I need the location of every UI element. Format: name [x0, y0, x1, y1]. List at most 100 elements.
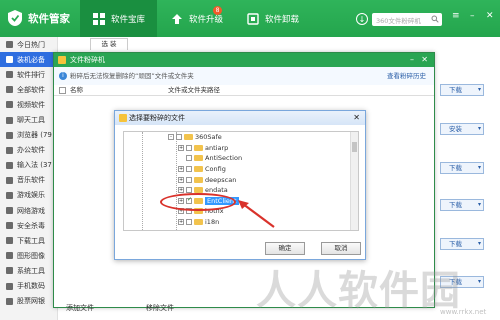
view-history-link[interactable]: 查看粉碎历史: [387, 67, 426, 85]
cancel-button[interactable]: 取消: [321, 242, 361, 255]
chevron-down-icon[interactable]: ▾: [478, 85, 481, 95]
category-icon: [6, 222, 13, 230]
sidebar-item-label: 今日热门: [17, 40, 45, 49]
close-icon[interactable]: ✕: [486, 11, 494, 21]
row-download-button[interactable]: 下载 ▾: [440, 199, 484, 211]
scrollbar-thumb[interactable]: [352, 142, 357, 152]
sidebar-item[interactable]: 下载工具: [0, 233, 57, 248]
folder-icon: [184, 134, 193, 141]
sidebar-item[interactable]: 手机数码: [0, 279, 57, 294]
sidebar-item[interactable]: 今日热门: [0, 37, 57, 52]
minimize-icon[interactable]: –: [410, 53, 414, 67]
button-label: 下载: [449, 164, 462, 172]
sidebar-item-label: 下载工具: [17, 236, 45, 245]
search-icon[interactable]: [431, 15, 439, 23]
chevron-down-icon[interactable]: ▾: [478, 163, 481, 173]
category-icon: [6, 297, 13, 305]
search-placeholder: 360文件粉碎机: [376, 17, 421, 25]
sidebar-item-label: 视频软件: [17, 100, 45, 109]
sidebar-item[interactable]: 游戏娱乐: [0, 188, 57, 203]
tree-node[interactable]: - 360Safe: [168, 132, 222, 143]
expand-toggle[interactable]: +: [178, 229, 184, 230]
tab-select-install[interactable]: 选 装: [90, 38, 128, 50]
expand-toggle[interactable]: +: [178, 219, 184, 226]
menu-icon[interactable]: ≡: [452, 11, 460, 21]
search-input[interactable]: 360文件粉碎机: [372, 13, 442, 26]
folder-icon: [194, 219, 203, 226]
checkbox[interactable]: [176, 134, 182, 141]
close-icon[interactable]: ✕: [353, 111, 360, 125]
expand-toggle[interactable]: +: [178, 166, 184, 173]
chevron-down-icon[interactable]: ▾: [478, 277, 481, 287]
button-label: 下载: [449, 240, 462, 248]
folder-icon: [119, 114, 127, 122]
row-download-button[interactable]: 下载 ▾: [440, 162, 484, 174]
chevron-down-icon[interactable]: ▾: [478, 124, 481, 134]
sidebar-item[interactable]: 系统工具: [0, 263, 57, 278]
chevron-down-icon[interactable]: ▾: [478, 200, 481, 210]
collapse-toggle[interactable]: -: [168, 134, 174, 141]
column-name[interactable]: 名称: [70, 85, 83, 96]
sidebar-item-label: 安全杀毒: [17, 221, 45, 230]
tree-node[interactable]: AntiSection: [186, 153, 242, 164]
sidebar-item-label: 系统工具: [17, 266, 45, 275]
expand-toggle[interactable]: +: [178, 187, 184, 194]
tree-scrollbar[interactable]: [350, 132, 358, 230]
sidebar-item-label: 手机数码: [17, 282, 45, 291]
sidebar-item-label: 输入法 (37: [17, 161, 52, 170]
column-location[interactable]: 文件或文件夹路径: [168, 85, 220, 96]
sidebar-item[interactable]: 全部软件: [0, 82, 57, 97]
checkbox[interactable]: [186, 144, 192, 151]
add-file-link[interactable]: 添加文件: [66, 303, 94, 313]
select-all-checkbox[interactable]: [59, 87, 66, 94]
checkbox[interactable]: [186, 155, 192, 162]
sidebar-item-label: 装机必备: [17, 55, 45, 64]
nav-software-uninstall[interactable]: 软件卸载: [234, 0, 311, 37]
sidebar-item[interactable]: 音乐软件: [0, 173, 57, 188]
checkbox[interactable]: [186, 166, 192, 173]
checkbox[interactable]: [186, 176, 192, 183]
sidebar-item[interactable]: 安全杀毒: [0, 218, 57, 233]
checkbox[interactable]: [186, 229, 192, 230]
sidebar-item-active[interactable]: 装机必备: [0, 52, 57, 68]
sidebar-item[interactable]: 聊天工具: [0, 112, 57, 127]
nav-software-library[interactable]: 软件宝库: [80, 0, 158, 37]
category-icon: [6, 191, 13, 199]
sidebar-item[interactable]: 视频软件: [0, 97, 57, 112]
sidebar-item[interactable]: 输入法 (37: [0, 158, 57, 173]
remove-file-link[interactable]: 移除文件: [146, 303, 174, 313]
expand-toggle[interactable]: +: [178, 176, 184, 183]
trash-icon: [247, 12, 259, 25]
tree-node[interactable]: + antiarp: [178, 143, 228, 154]
dialog-titlebar: 文件粉碎机 – ✕: [54, 53, 434, 67]
sidebar-item[interactable]: 软件排行: [0, 67, 57, 82]
sidebar-item[interactable]: 办公软件: [0, 143, 57, 158]
chevron-down-icon[interactable]: ▾: [478, 239, 481, 249]
checkbox[interactable]: [186, 219, 192, 226]
sidebar-item-label: 办公软件: [17, 146, 45, 155]
tree-node[interactable]: + i18n: [178, 217, 219, 228]
sidebar-item[interactable]: 浏览器 (79: [0, 128, 57, 143]
sidebar-item[interactable]: 网络游戏: [0, 203, 57, 218]
tree-node[interactable]: + deepscan: [178, 174, 236, 185]
tree-node[interactable]: + ipc: [178, 227, 215, 230]
close-icon[interactable]: ✕: [421, 53, 428, 67]
nav-software-upgrade[interactable]: 软件升级: [158, 0, 235, 37]
info-text: 粉碎后无法恢复删除的“顽固”文件或文件夹: [70, 72, 194, 80]
tree-node[interactable]: + Config: [178, 164, 226, 175]
row-install-button[interactable]: 安装 ▾: [440, 123, 484, 135]
node-label: antiarp: [205, 143, 229, 152]
minimize-icon[interactable]: –: [470, 11, 475, 21]
info-icon: i: [59, 72, 67, 80]
ok-button[interactable]: 确定: [265, 242, 305, 255]
sidebar-item[interactable]: 图形图像: [0, 248, 57, 263]
sidebar-item[interactable]: 股票网银: [0, 294, 57, 309]
category-icon: [6, 86, 13, 94]
grid-icon: [93, 12, 105, 25]
shredder-icon: [58, 56, 66, 64]
row-download-button[interactable]: 下载 ▾: [440, 84, 484, 96]
download-manager-button[interactable]: ↓: [356, 13, 368, 25]
upload-icon: [172, 13, 182, 24]
row-download-button[interactable]: 下载 ▾: [440, 238, 484, 250]
expand-toggle[interactable]: +: [178, 144, 184, 151]
